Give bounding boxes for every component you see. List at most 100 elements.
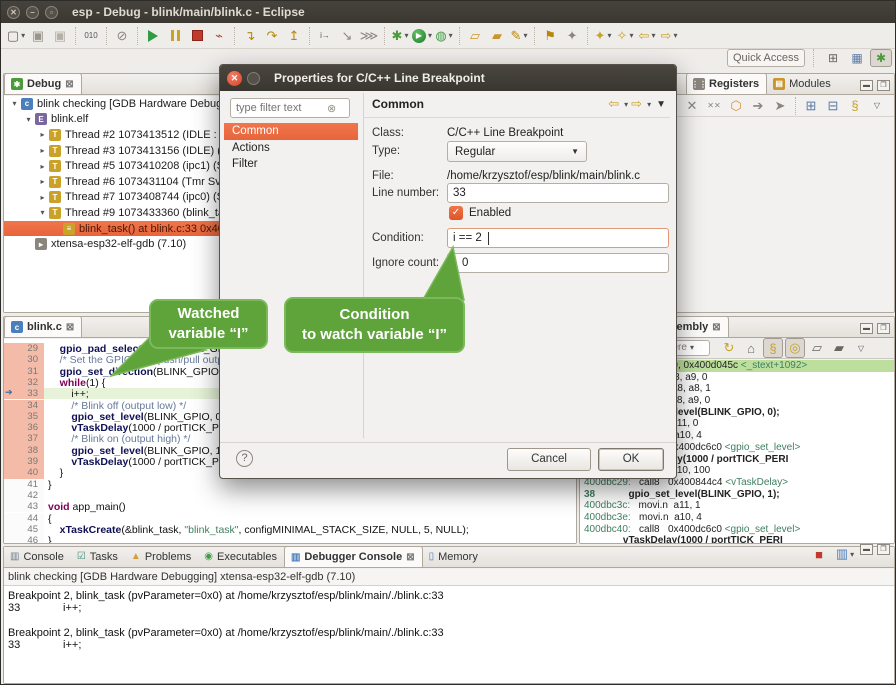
chevron-down-icon[interactable]: ▾	[629, 31, 633, 40]
line-number[interactable]: 43	[4, 501, 44, 512]
collapse-all-icon[interactable]: ⊟	[823, 96, 843, 116]
tab-tasks[interactable]: ☑Tasks	[71, 546, 125, 567]
line-number[interactable]: 45	[4, 524, 44, 535]
chevron-down-icon[interactable]: ▾	[523, 31, 527, 40]
condition-input[interactable]	[447, 228, 669, 248]
select-icon[interactable]: ➤	[770, 96, 790, 116]
maximize-icon[interactable]: ❒	[877, 544, 890, 555]
skip-breakpoints-icon[interactable]: ⊘	[112, 26, 132, 46]
view-menu-icon[interactable]: ▽	[851, 338, 871, 358]
dialog-nav-item-common[interactable]: Common	[224, 123, 358, 140]
minimize-icon[interactable]: ▬	[860, 80, 873, 91]
tab-debug[interactable]: ✱ Debug ⊠	[4, 73, 82, 94]
dialog-close-icon[interactable]: ✕	[227, 71, 242, 86]
forward-icon[interactable]: ⇨	[631, 96, 642, 112]
line-number[interactable]: 34	[4, 400, 44, 411]
back-icon[interactable]: ⇦▾	[637, 26, 657, 46]
window-close-icon[interactable]: ✕	[7, 6, 20, 19]
quick-access-button[interactable]: Quick Access	[727, 49, 805, 67]
home-icon[interactable]: ⌂	[741, 338, 761, 358]
run-icon[interactable]: ▶▾	[412, 26, 432, 46]
tab-debugger-console[interactable]: ▥Debugger Console⊠	[284, 546, 423, 567]
step-into-icon[interactable]: ↴	[240, 26, 260, 46]
save-all-icon[interactable]: ▣	[50, 26, 70, 46]
external-tools-icon[interactable]: ◍▾	[434, 26, 454, 46]
pin-view-icon[interactable]: ▰	[829, 338, 849, 358]
resume-icon[interactable]	[143, 26, 163, 46]
line-number[interactable]: 36	[4, 422, 44, 433]
back-icon[interactable]: ⇦	[608, 96, 619, 112]
tab-blink-c[interactable]: c blink.c ⊠	[4, 316, 82, 337]
chevron-down-icon[interactable]: ▾	[428, 31, 432, 40]
enabled-checkbox[interactable]: ✓	[449, 206, 463, 220]
step-return-icon[interactable]: ↥	[284, 26, 304, 46]
tab-console[interactable]: ▥Console	[4, 546, 71, 567]
debug-icon[interactable]: ✱▾	[390, 26, 410, 46]
disassembly-line[interactable]: 400dbc3c: movi.n a11, 1	[580, 500, 894, 512]
terminate-icon[interactable]	[187, 26, 207, 46]
minimize-icon[interactable]: ▬	[860, 544, 873, 555]
line-number[interactable]: 30	[4, 354, 44, 365]
close-icon[interactable]: ⊠	[406, 552, 414, 563]
chevron-down-icon[interactable]: ▾	[21, 31, 25, 40]
open-folder-icon[interactable]: ▱	[465, 26, 485, 46]
use-step-filters-icon[interactable]: ⋙	[359, 26, 379, 46]
bulb-alt-icon[interactable]: ✧▾	[615, 26, 635, 46]
expand-all-icon[interactable]: ⊞	[801, 96, 821, 116]
filter-input[interactable]	[231, 102, 327, 114]
maximize-icon[interactable]: ❒	[877, 323, 890, 334]
chevron-down-icon[interactable]: ▾	[651, 31, 655, 40]
window-minimize-icon[interactable]: –	[26, 6, 39, 19]
expander-icon[interactable]: ▾	[10, 99, 19, 108]
line-number[interactable]: 38	[4, 445, 44, 456]
minimize-icon[interactable]: ▬	[860, 323, 873, 334]
dialog-nav-item-filter[interactable]: Filter	[224, 156, 358, 173]
chevron-down-icon[interactable]: ▾	[850, 550, 854, 559]
tab-executables[interactable]: ◉Executables	[198, 546, 284, 567]
disconnect-icon[interactable]: ⌁	[209, 26, 229, 46]
chevron-down-icon[interactable]: ▾	[404, 31, 408, 40]
maximize-icon[interactable]: ❒	[877, 80, 890, 91]
expander-icon[interactable]: ▾	[38, 208, 47, 217]
ok-button[interactable]: OK	[598, 448, 664, 471]
remove-all-icon[interactable]: ✕✕	[704, 96, 724, 116]
expander-icon[interactable]: ▾	[24, 115, 33, 124]
tab-problems[interactable]: ▲Problems	[125, 546, 198, 567]
view-menu-icon[interactable]: ▽	[867, 96, 887, 116]
line-number-input[interactable]	[447, 183, 669, 203]
code-line[interactable]: }	[48, 535, 576, 543]
closed-folder-icon[interactable]: ▰	[487, 26, 507, 46]
code-line[interactable]: xTaskCreate(&blink_task, "blink_task", c…	[48, 524, 576, 535]
forward-icon[interactable]: ⇨▾	[659, 26, 679, 46]
code-line[interactable]: }	[48, 479, 576, 490]
tab-registers[interactable]: ⋮⋮ Registers	[686, 73, 767, 94]
display-console-icon[interactable]: ▥▾	[835, 544, 855, 564]
link-debug-icon[interactable]: §	[845, 96, 865, 116]
ignore-count-input[interactable]	[447, 253, 669, 273]
step-over-icon[interactable]: ↷	[262, 26, 282, 46]
disassembly-line[interactable]: 38 gpio_set_level(BLINK_GPIO, 1);	[580, 489, 894, 501]
new-wizard-icon[interactable]: ▢▾	[6, 26, 26, 46]
disassembly-line[interactable]: 400dbc3e: movi.n a10, 4	[580, 512, 894, 524]
console-output[interactable]: Breakpoint 2, blink_task (pvParameter=0x…	[4, 586, 894, 683]
code-line[interactable]: void app_main()	[48, 501, 576, 512]
expander-icon[interactable]: ▸	[38, 162, 47, 171]
chevron-down-icon[interactable]: ▾	[449, 31, 453, 40]
goto-file-icon[interactable]: ➔	[748, 96, 768, 116]
debug-perspective-icon[interactable]: ✱	[870, 49, 892, 67]
code-line[interactable]: {	[48, 513, 576, 524]
close-icon[interactable]: ⊠	[66, 322, 74, 333]
line-number[interactable]: 42	[4, 490, 44, 501]
suspend-icon[interactable]	[165, 26, 185, 46]
refresh-icon[interactable]: ↻	[719, 338, 739, 358]
line-number[interactable]: 46	[4, 535, 44, 543]
pin-icon[interactable]: ✦	[562, 26, 582, 46]
cancel-button[interactable]: Cancel	[507, 448, 591, 471]
line-number[interactable]: 31	[4, 366, 44, 377]
chevron-down-icon[interactable]: ▾	[607, 31, 611, 40]
expander-icon[interactable]: ▸	[38, 130, 47, 139]
breakpoint-icon[interactable]: ➔	[5, 387, 13, 398]
save-icon[interactable]: ▣	[28, 26, 48, 46]
line-number[interactable]: 39	[4, 456, 44, 467]
show-target-icon[interactable]: ⬡	[726, 96, 746, 116]
